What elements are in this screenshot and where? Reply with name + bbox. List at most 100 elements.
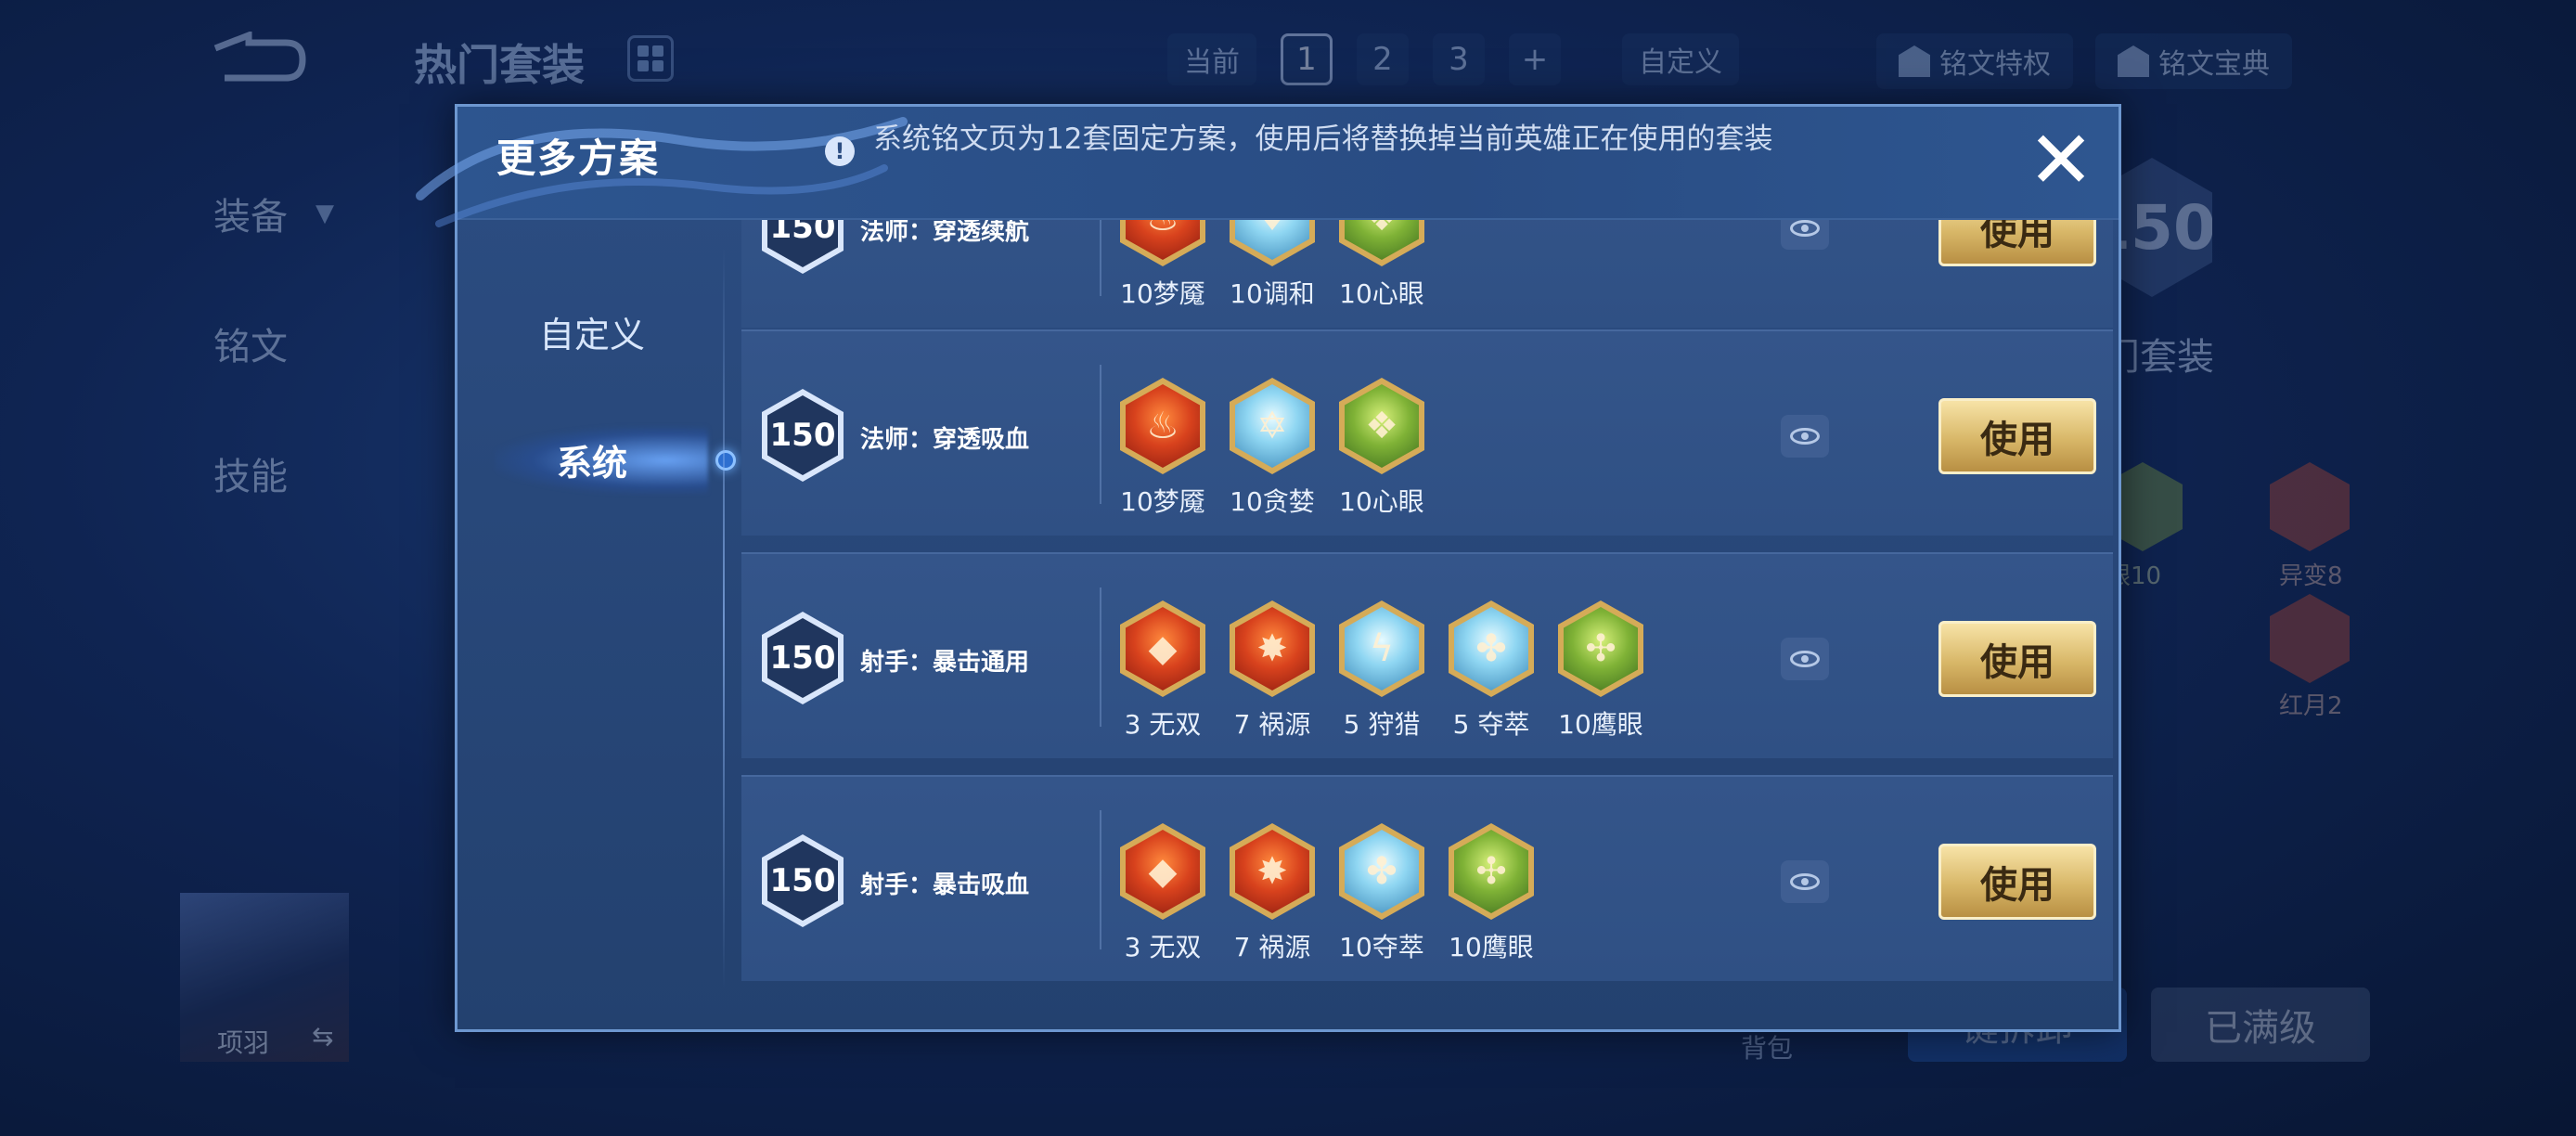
rune-label: 7 祸源 bbox=[1233, 709, 1311, 740]
eye-rune-icon: ❖ bbox=[1339, 378, 1424, 474]
clover-icon: ✣ bbox=[1558, 600, 1643, 697]
rune-set: ♨ 10梦魇 ✡ 10贪婪 ❖ 10心眼 bbox=[1118, 378, 1426, 526]
rune-label: 异变8 bbox=[2279, 562, 2343, 590]
tab-2[interactable]: 2 bbox=[1357, 33, 1409, 85]
plan-name: 射手：暴击吸血 bbox=[860, 871, 1030, 899]
more-plans-modal: 更多方案 ! 系统铭文页为12套固定方案，使用后将替换掉当前英雄正在使用的套装 … bbox=[416, 104, 2121, 1032]
knot-icon: ✤ bbox=[1449, 600, 1534, 697]
side-nav: 装备 ▼ 铭文 技能 bbox=[213, 148, 334, 538]
level-badge-value: 150 bbox=[769, 639, 836, 677]
flame-icon: ♨ bbox=[1120, 378, 1205, 474]
rune-slot[interactable]: ✣ 10鹰眼 bbox=[1556, 600, 1645, 749]
preview-eye-icon[interactable] bbox=[1781, 415, 1829, 458]
preview-eye-icon[interactable] bbox=[1781, 860, 1829, 903]
top-right-buttons: 铭文特权 铭文宝典 bbox=[1876, 33, 2292, 89]
rune-slot[interactable]: ✤ 5 夺萃 bbox=[1447, 600, 1536, 749]
tab-3[interactable]: 3 bbox=[1433, 33, 1485, 85]
rune-icon bbox=[2270, 594, 2350, 683]
rune-set: ◆ 3 无双 ✸ 7 祸源 ✤ 10夺萃 ✣ 10鹰眼 bbox=[1118, 823, 1536, 972]
rune-label: 红月2 bbox=[2279, 692, 2343, 720]
notice-text: 系统铭文页为12套固定方案，使用后将替换掉当前英雄正在使用的套装 bbox=[873, 123, 1773, 156]
plan-row: 150 法师：穿透吸血 ♨ 10梦魇 ✡ 10贪婪 ❖ 10心眼 使用 bbox=[741, 329, 2113, 536]
rune-slot[interactable]: ϟ 5 狩猎 bbox=[1337, 600, 1426, 749]
rune-label: 10调和 bbox=[1230, 278, 1315, 309]
drop-icon: ♦ bbox=[1230, 220, 1315, 266]
rune-slot[interactable]: ✤ 10夺萃 bbox=[1337, 823, 1426, 972]
rune-codex-button[interactable]: 铭文宝典 bbox=[2095, 33, 2292, 89]
rune-set: ♨ 10梦魇 ♦ 10调和 ❖ 10心眼 bbox=[1118, 220, 1426, 318]
rune-slot[interactable]: ♨ 10梦魇 bbox=[1118, 378, 1207, 526]
plan-name: 射手：暴击通用 bbox=[860, 649, 1030, 677]
lightning-icon: ϟ bbox=[1339, 600, 1424, 697]
book-icon bbox=[2118, 45, 2149, 77]
use-button[interactable]: 使用 bbox=[1938, 398, 2096, 474]
notice: ! 系统铭文页为12套固定方案，使用后将替换掉当前英雄正在使用的套装 bbox=[825, 123, 1846, 166]
rune-slot[interactable]: ❖ 10心眼 bbox=[1337, 378, 1426, 526]
plan-name: 法师：穿透续航 bbox=[860, 220, 1030, 246]
tab-1[interactable]: 1 bbox=[1281, 33, 1333, 85]
tab-current[interactable]: 当前 bbox=[1167, 33, 1256, 85]
rune-label: 10鹰眼 bbox=[1449, 932, 1534, 962]
set-tabs: 当前 1 2 3 + 自定义 bbox=[1167, 33, 1739, 85]
rune-slot[interactable]: ◆ 3 无双 bbox=[1118, 823, 1207, 972]
rune-icon bbox=[2270, 462, 2350, 551]
rune-label: 5 狩猎 bbox=[1343, 709, 1421, 740]
clover-icon: ✣ bbox=[1449, 823, 1534, 920]
level-badge-value: 150 bbox=[769, 417, 836, 454]
rune-slot[interactable]: ✣ 10鹰眼 bbox=[1447, 823, 1536, 972]
tab-system-plans[interactable]: 系统 bbox=[457, 422, 727, 497]
plan-row: 150 法师：穿透续航 ♨ 10梦魇 ♦ 10调和 ❖ 10心眼 使用 bbox=[741, 220, 2113, 328]
row-divider bbox=[1100, 220, 1101, 296]
plan-row: 150 射手：暴击通用 ◆ 3 无双 ✸ 7 祸源 ϟ 5 狩猎 ✤ 5 夺萃 ✣ 10鹰眼 使用 bbox=[741, 552, 2113, 758]
back-arrow-icon[interactable] bbox=[206, 32, 308, 84]
grid-icon[interactable] bbox=[627, 35, 674, 82]
knot-icon: ✤ bbox=[1339, 823, 1424, 920]
rune-label: 10梦魇 bbox=[1120, 278, 1205, 309]
swap-icon[interactable]: ⇆ bbox=[312, 1021, 333, 1052]
eye-rune-icon: ❖ bbox=[1339, 220, 1424, 266]
close-button[interactable]: ✕ bbox=[2024, 121, 2098, 200]
nav-equipment[interactable]: 装备 ▼ bbox=[213, 148, 334, 278]
plan-list[interactable]: 150法师：穿透续航♨10梦魇♦10调和❖10心眼使用150法师：穿透吸血♨10… bbox=[741, 220, 2115, 1031]
modal-sidebar: 自定义 系统 bbox=[457, 220, 736, 1031]
plan-row: 150 射手：暴击吸血 ◆ 3 无双 ✸ 7 祸源 ✤ 10夺萃 ✣ 10鹰眼 使用 bbox=[741, 775, 2113, 981]
hero-name: 项羽 bbox=[217, 1027, 270, 1058]
rune-slot[interactable]: ♨ 10梦魇 bbox=[1118, 220, 1207, 318]
row-divider bbox=[1100, 587, 1101, 727]
rune-label: 10鹰眼 bbox=[1558, 709, 1643, 740]
rune-slot[interactable]: ♦ 10调和 bbox=[1228, 220, 1317, 318]
nav-runes[interactable]: 铭文 bbox=[213, 278, 334, 408]
level-badge-value: 150 bbox=[769, 220, 836, 246]
row-divider bbox=[1100, 810, 1101, 949]
rune-slot[interactable]: ❖ 10心眼 bbox=[1337, 220, 1426, 318]
tab-add[interactable]: + bbox=[1509, 33, 1561, 85]
preview-eye-icon[interactable] bbox=[1781, 220, 1829, 250]
use-button[interactable]: 使用 bbox=[1938, 621, 2096, 697]
star-icon: ✡ bbox=[1230, 378, 1315, 474]
rune-slot[interactable]: ✡ 10贪婪 bbox=[1228, 378, 1317, 526]
level-badge-value: 150 bbox=[769, 862, 836, 899]
rune-label: 10心眼 bbox=[1339, 486, 1424, 517]
plan-name: 法师：穿透吸血 bbox=[860, 426, 1030, 454]
use-button[interactable]: 使用 bbox=[1938, 844, 2096, 920]
max-level-button[interactable]: 已满级 bbox=[2151, 988, 2370, 1062]
rune-privilege-button[interactable]: 铭文特权 bbox=[1876, 33, 2073, 89]
rune-label: 3 无双 bbox=[1124, 709, 1202, 740]
preview-eye-icon[interactable] bbox=[1781, 638, 1829, 680]
row-divider bbox=[1100, 365, 1101, 504]
use-button[interactable]: 使用 bbox=[1938, 220, 2096, 266]
rune-slot[interactable]: ◆ 3 无双 bbox=[1118, 600, 1207, 749]
tab-custom-plans[interactable]: 自定义 bbox=[457, 294, 727, 368]
rune-label: 10夺萃 bbox=[1339, 932, 1424, 962]
tab-custom[interactable]: 自定义 bbox=[1622, 33, 1739, 85]
burst-icon: ✸ bbox=[1230, 600, 1315, 697]
rune-slot[interactable]: ✸ 7 祸源 bbox=[1228, 823, 1317, 972]
diamond-icon: ◆ bbox=[1120, 600, 1205, 697]
rune-slot[interactable]: ✸ 7 祸源 bbox=[1228, 600, 1317, 749]
burst-icon: ✸ bbox=[1230, 823, 1315, 920]
rune-label: 10心眼 bbox=[1339, 278, 1424, 309]
chevron-down-icon: ▼ bbox=[316, 200, 334, 227]
rune-label: 3 无双 bbox=[1124, 932, 1202, 962]
rune-label: 10贪婪 bbox=[1230, 486, 1315, 517]
nav-skills[interactable]: 技能 bbox=[213, 408, 334, 538]
